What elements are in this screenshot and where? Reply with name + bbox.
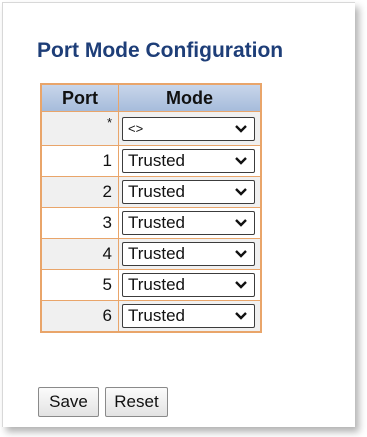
table-row-all: * <> [40,111,262,146]
port-cell: * [40,111,119,146]
table-row: 2 Trusted [40,176,262,208]
chevron-down-icon [235,157,247,165]
config-panel: Port Mode Configuration Port Mode * <> 1 [2,2,355,427]
table-header-row: Port Mode [40,83,262,112]
mode-select-value: Trusted [128,151,186,170]
mode-select-value: <> [128,120,144,136]
table-row: 5 Trusted [40,269,262,301]
chevron-down-icon [235,188,247,196]
port-column-header: Port [40,83,119,112]
table-row: 3 Trusted [40,207,262,239]
mode-select[interactable]: Trusted [122,211,255,235]
port-cell: 4 [40,238,119,270]
page-title: Port Mode Configuration [37,39,284,62]
mode-select-value: Trusted [128,244,186,263]
mode-select-value: Trusted [128,213,186,232]
chevron-down-icon [235,124,247,133]
port-cell: 3 [40,207,119,239]
mode-select[interactable]: Trusted [122,242,255,266]
port-cell: 5 [40,269,119,301]
save-button[interactable]: Save [38,387,99,417]
mode-cell: Trusted [118,269,262,301]
mode-select-value: Trusted [128,306,186,325]
port-mode-table: Port Mode * <> 1 Trusted 2 Trusted 3 Tru… [40,83,262,333]
mode-select-all[interactable]: <> [122,116,255,141]
chevron-down-icon [235,219,247,227]
mode-select-value: Trusted [128,275,186,294]
mode-cell: Trusted [118,300,262,333]
mode-cell: Trusted [118,238,262,270]
reset-button[interactable]: Reset [105,387,168,417]
mode-select[interactable]: Trusted [122,304,255,328]
mode-select[interactable]: Trusted [122,180,255,204]
mode-select[interactable]: Trusted [122,273,255,297]
table-row: 4 Trusted [40,238,262,270]
mode-cell: Trusted [118,207,262,239]
table-row: 6 Trusted [40,300,262,333]
chevron-down-icon [235,312,247,320]
mode-select-value: Trusted [128,182,186,201]
mode-column-header: Mode [118,83,262,112]
chevron-down-icon [235,250,247,258]
table-row: 1 Trusted [40,145,262,177]
port-cell: 1 [40,145,119,177]
chevron-down-icon [235,281,247,289]
mode-cell: Trusted [118,145,262,177]
port-cell: 6 [40,300,119,333]
port-cell: 2 [40,176,119,208]
mode-cell: Trusted [118,176,262,208]
mode-select[interactable]: Trusted [122,149,255,173]
mode-cell: <> [118,111,262,146]
